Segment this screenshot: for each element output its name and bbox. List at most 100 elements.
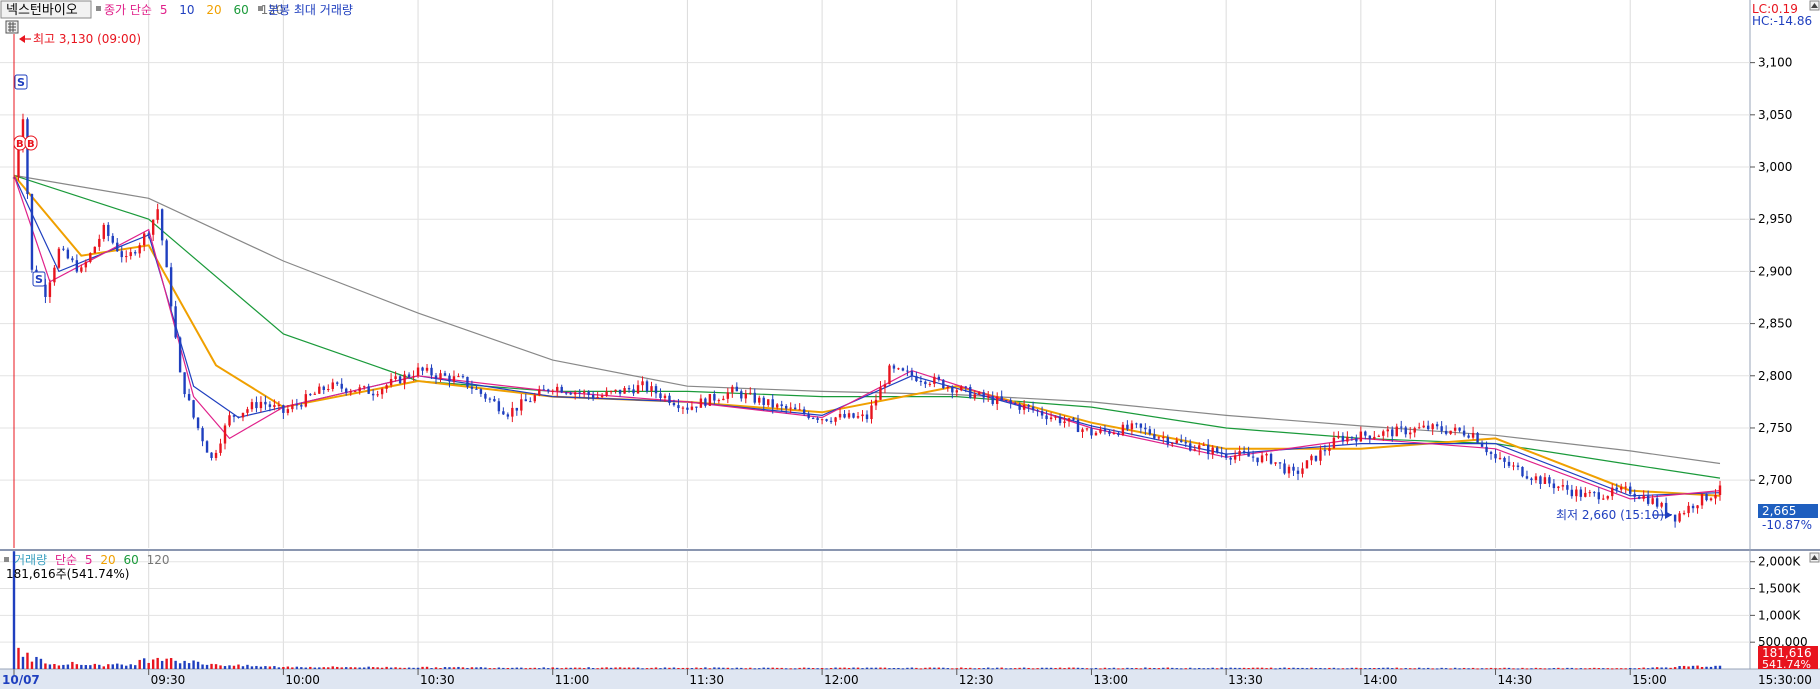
- candle-body: [1485, 446, 1488, 453]
- candle-body: [1539, 476, 1542, 484]
- candle-body: [596, 397, 599, 399]
- volume-bar: [250, 666, 254, 669]
- candle-body: [116, 242, 119, 252]
- candle-body: [336, 382, 339, 384]
- candle-body: [394, 376, 397, 380]
- volume-bar: [174, 660, 177, 669]
- volume-bar: [924, 667, 927, 669]
- candle-body: [340, 383, 343, 389]
- candle-body: [883, 384, 887, 388]
- candle-body: [955, 390, 958, 393]
- candle-body: [627, 388, 631, 390]
- volume-bar: [1386, 667, 1389, 669]
- volume-bar: [506, 667, 510, 669]
- candle-body: [26, 119, 29, 195]
- candle-body: [969, 387, 972, 399]
- x-tick-label: 11:30: [689, 673, 724, 687]
- candle-body: [919, 381, 923, 383]
- volume-bar: [1426, 667, 1430, 669]
- candle-body: [205, 441, 209, 453]
- buy-signal-marker[interactable]: B: [13, 135, 27, 151]
- volume-bar: [142, 658, 146, 669]
- candle-body: [1377, 435, 1380, 437]
- volume-bar: [1382, 667, 1385, 669]
- candle-body: [1629, 486, 1632, 494]
- candle-body: [111, 235, 114, 243]
- candle-body: [1117, 433, 1120, 435]
- volume-bar: [1180, 668, 1183, 670]
- sell-signal-marker[interactable]: S: [32, 271, 46, 287]
- candle-body: [1283, 463, 1286, 474]
- volume-bar: [1561, 668, 1565, 670]
- candle-body: [1579, 489, 1583, 497]
- volume-bar: [1714, 665, 1717, 669]
- candle-body: [250, 402, 254, 410]
- volume-bar: [946, 668, 950, 670]
- volume-bar: [1718, 665, 1722, 669]
- candle-body: [1027, 404, 1030, 407]
- volume-bar: [1489, 667, 1493, 669]
- candle-body: [978, 392, 981, 395]
- candle-body: [1705, 494, 1708, 501]
- candle-body: [187, 394, 191, 401]
- buy-signal-marker[interactable]: B: [24, 135, 38, 151]
- candle-body: [362, 386, 366, 388]
- volume-bar: [1323, 668, 1327, 670]
- candle-body: [1130, 423, 1134, 430]
- volume-bar: [1121, 668, 1125, 670]
- candle-body: [17, 148, 20, 178]
- candle-body: [529, 401, 532, 403]
- y-tick-label: 2,850: [1758, 317, 1792, 331]
- candle-body: [1696, 505, 1699, 509]
- volume-bar: [394, 667, 397, 669]
- candle-body: [758, 397, 761, 403]
- x-tick-label: 09:30: [151, 673, 186, 687]
- volume-bar: [802, 667, 806, 669]
- volume-bar: [1449, 668, 1452, 670]
- volume-bar: [641, 668, 644, 670]
- volume-bar: [1058, 667, 1062, 669]
- volume-bar: [1207, 668, 1210, 670]
- candle-body: [493, 399, 496, 402]
- candle-body: [1530, 478, 1533, 481]
- volume-bar: [1157, 668, 1161, 670]
- volume-bar: [1669, 667, 1672, 669]
- candle-body: [789, 407, 792, 409]
- candle-body: [973, 394, 976, 399]
- candle-body: [888, 365, 891, 385]
- volume-bar: [1171, 667, 1174, 669]
- volume-bar: [322, 667, 325, 669]
- candle-body: [726, 392, 730, 399]
- volume-bar: [865, 667, 869, 669]
- candle-body: [1274, 462, 1277, 464]
- volume-bar: [1651, 667, 1654, 669]
- candle-body: [1112, 433, 1116, 435]
- volume-bar: [731, 668, 734, 670]
- candle-body: [960, 386, 963, 391]
- candle-body: [421, 367, 424, 371]
- volume-bar: [1085, 668, 1089, 670]
- candle-body: [1637, 496, 1641, 499]
- candle-body: [1242, 451, 1246, 453]
- candle-body: [1278, 462, 1282, 464]
- candle-body: [928, 383, 932, 385]
- candle-body: [1180, 440, 1183, 443]
- candle-body: [641, 381, 644, 386]
- volume-bar: [1391, 668, 1394, 670]
- candle-body: [1597, 492, 1600, 500]
- volume-bar: [816, 668, 819, 670]
- volume-legend-ma60: 60: [123, 553, 138, 567]
- candle-body: [915, 376, 918, 382]
- volume-bar: [870, 667, 873, 669]
- volume-bar: [84, 665, 88, 669]
- candle-body: [1157, 437, 1161, 439]
- volume-bar: [1642, 667, 1645, 669]
- candle-body: [1247, 452, 1250, 457]
- volume-bar: [1049, 667, 1053, 669]
- volume-bar: [1305, 668, 1309, 670]
- candle-body: [735, 386, 739, 392]
- candle-body: [1202, 444, 1205, 446]
- sell-signal-marker[interactable]: S: [14, 74, 28, 90]
- volume-bar: [1696, 665, 1699, 669]
- volume-bar: [942, 667, 945, 669]
